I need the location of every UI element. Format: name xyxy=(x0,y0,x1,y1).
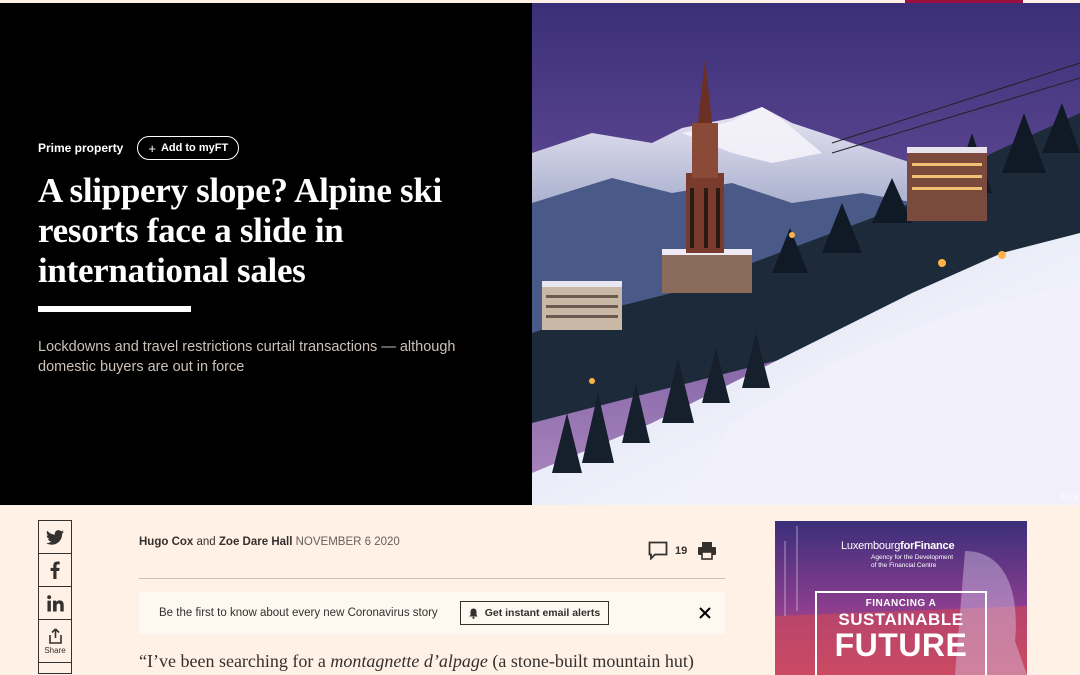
publish-date: NOVEMBER 6 2020 xyxy=(295,536,400,548)
share-label: Share xyxy=(44,645,66,655)
bell-icon xyxy=(468,608,478,619)
author-link-hugo-cox[interactable]: Hugo Cox xyxy=(139,536,193,548)
author-link-zoe-dare-hall[interactable]: Zoe Dare Hall xyxy=(219,536,293,548)
headline-rule xyxy=(38,306,191,312)
byline-divider xyxy=(139,578,725,579)
linkedin-share-button[interactable] xyxy=(38,586,72,619)
plus-icon: + xyxy=(148,140,156,156)
email-alert-button[interactable]: Get instant email alerts xyxy=(459,601,610,625)
ad-brand-prefix: Luxembourg xyxy=(841,540,901,552)
article-headline: A slippery slope? Alpine ski resorts fac… xyxy=(38,171,442,290)
ad-subline: Agency for the Development of the Financi… xyxy=(871,554,953,570)
body-text-italic: montagnette d’alpage xyxy=(330,651,488,671)
facebook-icon xyxy=(50,561,60,579)
body-text-rest: (a stone-built mountain hut) xyxy=(487,651,694,671)
share-button[interactable]: Share xyxy=(38,619,72,662)
alpine-resort-image xyxy=(532,3,1080,505)
advertisement-banner[interactable]: LuxembourgforFinance Agency for the Deve… xyxy=(775,521,1027,675)
add-to-myft-button[interactable]: + Add to myFT xyxy=(137,136,240,160)
twitter-icon xyxy=(46,529,64,545)
image-credit: © Le xyxy=(1060,492,1078,501)
hero-image: © Le xyxy=(532,3,1080,505)
byline: Hugo Cox and Zoe Dare Hall NOVEMBER 6 20… xyxy=(139,536,400,548)
close-icon xyxy=(699,607,711,619)
ad-brand-suffix: forFinance xyxy=(900,540,955,552)
topic-link[interactable]: Prime property xyxy=(38,141,123,155)
email-alert-label: Get instant email alerts xyxy=(484,607,601,619)
linkedin-icon xyxy=(46,594,64,612)
print-icon[interactable] xyxy=(697,541,717,560)
email-alert-banner: Be the first to know about every new Cor… xyxy=(139,592,725,634)
ad-line-3: FUTURE xyxy=(834,627,968,663)
hero-text-panel: Prime property + Add to myFT A slippery … xyxy=(0,3,532,505)
alert-close-button[interactable] xyxy=(695,603,715,623)
share-bar: Share xyxy=(38,520,72,674)
ad-subline-1: Agency for the Development xyxy=(871,554,954,561)
save-button[interactable] xyxy=(38,662,72,674)
ad-brand: LuxembourgforFinance xyxy=(841,540,955,552)
ad-subline-2: of the Financial Centre xyxy=(871,562,937,569)
alert-text: Be the first to know about every new Cor… xyxy=(159,607,438,619)
topic-row: Prime property + Add to myFT xyxy=(38,136,240,160)
article-standfirst: Lockdowns and travel restrictions curtai… xyxy=(38,339,456,375)
ad-line-1: FINANCING A xyxy=(865,598,937,609)
twitter-share-button[interactable] xyxy=(38,520,72,553)
author-joiner: and xyxy=(196,536,216,548)
article-hero: Prime property + Add to myFT A slippery … xyxy=(0,3,1080,505)
comment-count[interactable]: 19 xyxy=(675,545,687,557)
article-body-first-paragraph: “I’ve been searching for a montagnette d… xyxy=(139,648,729,674)
share-icon xyxy=(48,627,62,644)
article-tools: 19 xyxy=(648,541,717,560)
comment-icon[interactable] xyxy=(648,541,668,560)
body-text-open: “I’ve been searching for a xyxy=(139,651,331,671)
add-to-myft-label: Add to myFT xyxy=(160,142,229,154)
facebook-share-button[interactable] xyxy=(38,553,72,586)
